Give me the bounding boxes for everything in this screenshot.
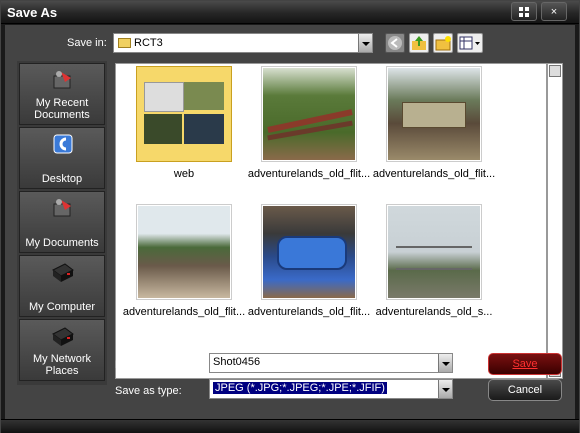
image-thumbnail xyxy=(261,66,357,162)
place-label: My Network Places xyxy=(32,353,92,377)
place-my-computer[interactable]: My Computer xyxy=(19,255,105,317)
dialog-body: Save in: RCT3 My Recent Documents Deskto xyxy=(5,25,575,419)
scroll-up-button[interactable] xyxy=(549,65,561,77)
file-item-image[interactable]: adventurelands_old_flit... xyxy=(116,204,245,324)
file-name-label: adventurelands_old_flit... xyxy=(247,306,371,318)
save-as-type-dropdown[interactable]: JPEG (*.JPG;*.JPEG;*.JPE;*.JFIF) xyxy=(209,379,453,399)
place-label: My Recent Documents xyxy=(34,97,90,121)
window-title: Save As xyxy=(7,5,58,20)
file-name-value: Shot0456 xyxy=(213,356,261,368)
file-list[interactable]: web adventurelands_old_flit... adventure… xyxy=(115,63,547,379)
file-name-label: adventurelands_old_flit... xyxy=(247,168,371,180)
save-in-label: Save in: xyxy=(67,37,107,49)
place-label: My Documents xyxy=(25,237,99,249)
place-label: My Computer xyxy=(28,301,96,313)
my-computer-icon xyxy=(52,263,74,282)
place-my-network-places[interactable]: My Network Places xyxy=(19,319,105,381)
folder-thumbnail xyxy=(136,66,232,162)
image-thumbnail xyxy=(261,204,357,300)
image-thumbnail xyxy=(386,204,482,300)
places-bar: My Recent Documents Desktop My Documents… xyxy=(17,61,107,385)
save-as-dialog: Save As × Save in: RCT3 My Recent Docume… xyxy=(0,0,580,433)
desktop-icon xyxy=(53,134,73,154)
place-my-documents[interactable]: My Documents xyxy=(19,191,105,253)
place-desktop[interactable]: Desktop xyxy=(19,127,105,189)
file-name-label: adventurelands_old_s... xyxy=(375,306,493,318)
new-folder-icon[interactable] xyxy=(433,33,453,53)
save-button[interactable]: Save xyxy=(488,353,562,375)
vertical-scrollbar[interactable] xyxy=(547,63,563,379)
windows-flag-icon[interactable] xyxy=(511,2,537,21)
chevron-down-icon[interactable] xyxy=(358,34,372,52)
file-name-label: File name: xyxy=(115,359,167,371)
close-icon: × xyxy=(550,6,558,18)
place-label: Desktop xyxy=(41,173,83,185)
image-thumbnail xyxy=(136,204,232,300)
image-thumbnail xyxy=(386,66,482,162)
file-item-image[interactable]: adventurelands_old_flit... xyxy=(241,204,370,324)
save-in-dropdown[interactable]: RCT3 xyxy=(113,33,373,53)
file-name-label: adventurelands_old_flit... xyxy=(372,168,496,180)
my-documents-icon xyxy=(53,199,71,217)
recent-documents-icon xyxy=(53,71,71,89)
file-item-image[interactable]: adventurelands_old_flit... xyxy=(366,66,495,186)
up-folder-icon[interactable] xyxy=(409,33,429,53)
save-as-type-value: JPEG (*.JPG;*.JPEG;*.JPE;*.JFIF) xyxy=(213,382,387,394)
chevron-down-icon[interactable] xyxy=(438,380,452,398)
back-arrow-icon[interactable] xyxy=(385,33,405,53)
file-name-label: web xyxy=(173,168,195,180)
folder-icon xyxy=(118,38,131,48)
save-as-type-label: Save as type: xyxy=(115,385,182,397)
network-places-icon xyxy=(52,327,74,346)
cancel-button[interactable]: Cancel xyxy=(488,379,562,401)
file-item-image[interactable]: adventurelands_old_flit... xyxy=(241,66,370,186)
file-name-label: adventurelands_old_flit... xyxy=(122,306,246,318)
save-in-value: RCT3 xyxy=(134,37,163,49)
close-button[interactable]: × xyxy=(541,2,567,21)
bottom-bar xyxy=(1,419,579,433)
place-my-recent-documents[interactable]: My Recent Documents xyxy=(19,63,105,125)
views-menu-icon[interactable] xyxy=(457,33,483,53)
title-bar[interactable]: Save As × xyxy=(1,1,579,24)
chevron-down-icon[interactable] xyxy=(438,354,452,372)
file-item-image[interactable]: adventurelands_old_s... xyxy=(366,204,492,324)
file-name-field[interactable]: Shot0456 xyxy=(209,353,453,373)
file-item-folder[interactable]: web xyxy=(116,66,236,186)
